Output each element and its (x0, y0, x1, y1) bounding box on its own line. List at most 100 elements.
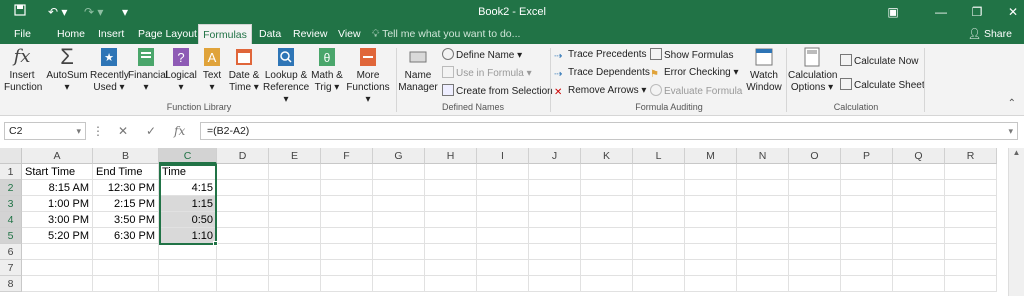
cell-l2[interactable] (633, 180, 685, 196)
cell-c1[interactable]: Time (159, 164, 217, 180)
name-box-dropdown-icon[interactable]: ▾ (76, 123, 81, 139)
cell-b1[interactable]: End Time (93, 164, 159, 180)
cell-o1[interactable] (789, 164, 841, 180)
cell-h2[interactable] (425, 180, 477, 196)
cell-n1[interactable] (737, 164, 789, 180)
column-header-m[interactable]: M (685, 148, 737, 164)
cell-d4[interactable] (217, 212, 269, 228)
column-header-h[interactable]: H (425, 148, 477, 164)
cell-a6[interactable] (22, 244, 93, 260)
cell-k2[interactable] (581, 180, 633, 196)
cell-m4[interactable] (685, 212, 737, 228)
cell-m2[interactable] (685, 180, 737, 196)
cell-n4[interactable] (737, 212, 789, 228)
show-formulas-button[interactable]: Show Formulas (650, 48, 733, 63)
cell-q3[interactable] (893, 196, 945, 212)
cell-k8[interactable] (581, 276, 633, 292)
cell-p8[interactable] (841, 276, 893, 292)
more-functions-button[interactable]: More Functions ▾ (344, 46, 392, 106)
cell-o8[interactable] (789, 276, 841, 292)
tab-review[interactable]: Review (291, 24, 329, 44)
column-header-c[interactable]: C (159, 148, 217, 164)
tab-file[interactable]: File (12, 24, 33, 44)
vertical-scrollbar[interactable]: ▲ (1008, 148, 1024, 296)
cell-d1[interactable] (217, 164, 269, 180)
cell-i8[interactable] (477, 276, 529, 292)
define-name-button[interactable]: Define Name ▾ (442, 48, 522, 63)
evaluate-formula-button[interactable]: Evaluate Formula (650, 84, 742, 99)
cell-l5[interactable] (633, 228, 685, 244)
column-header-k[interactable]: K (581, 148, 633, 164)
ribbon-display-options-icon[interactable]: ▣ (870, 0, 916, 24)
cell-q4[interactable] (893, 212, 945, 228)
cell-b6[interactable] (93, 244, 159, 260)
calculate-sheet-button[interactable]: Calculate Sheet (840, 78, 925, 93)
cell-r7[interactable] (945, 260, 997, 276)
cell-k7[interactable] (581, 260, 633, 276)
cell-o5[interactable] (789, 228, 841, 244)
cell-p6[interactable] (841, 244, 893, 260)
fx-icon[interactable]: fx (174, 122, 185, 140)
recently-used-button[interactable]: ★ Recently Used ▾ (90, 46, 129, 94)
row-header-8[interactable]: 8 (0, 276, 22, 292)
name-manager-button[interactable]: Name Manager (398, 46, 438, 94)
cell-h7[interactable] (425, 260, 477, 276)
row-header-7[interactable]: 7 (0, 260, 22, 276)
cell-p3[interactable] (841, 196, 893, 212)
cell-g6[interactable] (373, 244, 425, 260)
cell-a8[interactable] (22, 276, 93, 292)
cell-r2[interactable] (945, 180, 997, 196)
cell-e4[interactable] (269, 212, 321, 228)
cell-p7[interactable] (841, 260, 893, 276)
cell-f4[interactable] (321, 212, 373, 228)
date-time-button[interactable]: Date & Time ▾ (226, 46, 262, 94)
cell-a7[interactable] (22, 260, 93, 276)
cell-r6[interactable] (945, 244, 997, 260)
cell-l7[interactable] (633, 260, 685, 276)
column-header-a[interactable]: A (22, 148, 93, 164)
cell-i7[interactable] (477, 260, 529, 276)
cell-c4[interactable]: 0:50 (159, 212, 217, 228)
cell-a2[interactable]: 8:15 AM (22, 180, 93, 196)
worksheet-grid[interactable]: ABCDEFGHIJKLMNOPQR 12345678 Start Time En… (0, 148, 1024, 296)
cell-d6[interactable] (217, 244, 269, 260)
cell-m6[interactable] (685, 244, 737, 260)
cell-g7[interactable] (373, 260, 425, 276)
cell-h4[interactable] (425, 212, 477, 228)
cell-f6[interactable] (321, 244, 373, 260)
cell-d7[interactable] (217, 260, 269, 276)
tab-view[interactable]: View (336, 24, 363, 44)
tab-home[interactable]: Home (55, 24, 87, 44)
cell-g3[interactable] (373, 196, 425, 212)
cell-i4[interactable] (477, 212, 529, 228)
cell-g5[interactable] (373, 228, 425, 244)
cell-b5[interactable]: 6:30 PM (93, 228, 159, 244)
cell-g2[interactable] (373, 180, 425, 196)
cell-d5[interactable] (217, 228, 269, 244)
error-checking-button[interactable]: ⚑ Error Checking ▾ (650, 66, 739, 80)
cell-o6[interactable] (789, 244, 841, 260)
cell-c7[interactable] (159, 260, 217, 276)
column-header-g[interactable]: G (373, 148, 425, 164)
column-header-i[interactable]: I (477, 148, 529, 164)
cell-r3[interactable] (945, 196, 997, 212)
cell-r4[interactable] (945, 212, 997, 228)
cell-m8[interactable] (685, 276, 737, 292)
formula-input[interactable]: =(B2-A2) ▾ (200, 122, 1018, 140)
column-header-j[interactable]: J (529, 148, 581, 164)
math-trig-button[interactable]: θ Math & Trig ▾ (310, 46, 344, 94)
cell-k4[interactable] (581, 212, 633, 228)
cell-q5[interactable] (893, 228, 945, 244)
tab-page-layout[interactable]: Page Layout (136, 24, 199, 44)
cell-b4[interactable]: 3:50 PM (93, 212, 159, 228)
tell-me-search[interactable]: 💡︎ Tell me what you want to do... (372, 24, 520, 44)
cell-i2[interactable] (477, 180, 529, 196)
create-from-selection-button[interactable]: Create from Selection (442, 84, 553, 99)
cell-c3[interactable]: 1:15 (159, 196, 217, 212)
column-header-b[interactable]: B (93, 148, 159, 164)
cell-o2[interactable] (789, 180, 841, 196)
cell-e6[interactable] (269, 244, 321, 260)
cell-m7[interactable] (685, 260, 737, 276)
scroll-up-icon[interactable]: ▲ (1009, 148, 1024, 157)
cell-h1[interactable] (425, 164, 477, 180)
